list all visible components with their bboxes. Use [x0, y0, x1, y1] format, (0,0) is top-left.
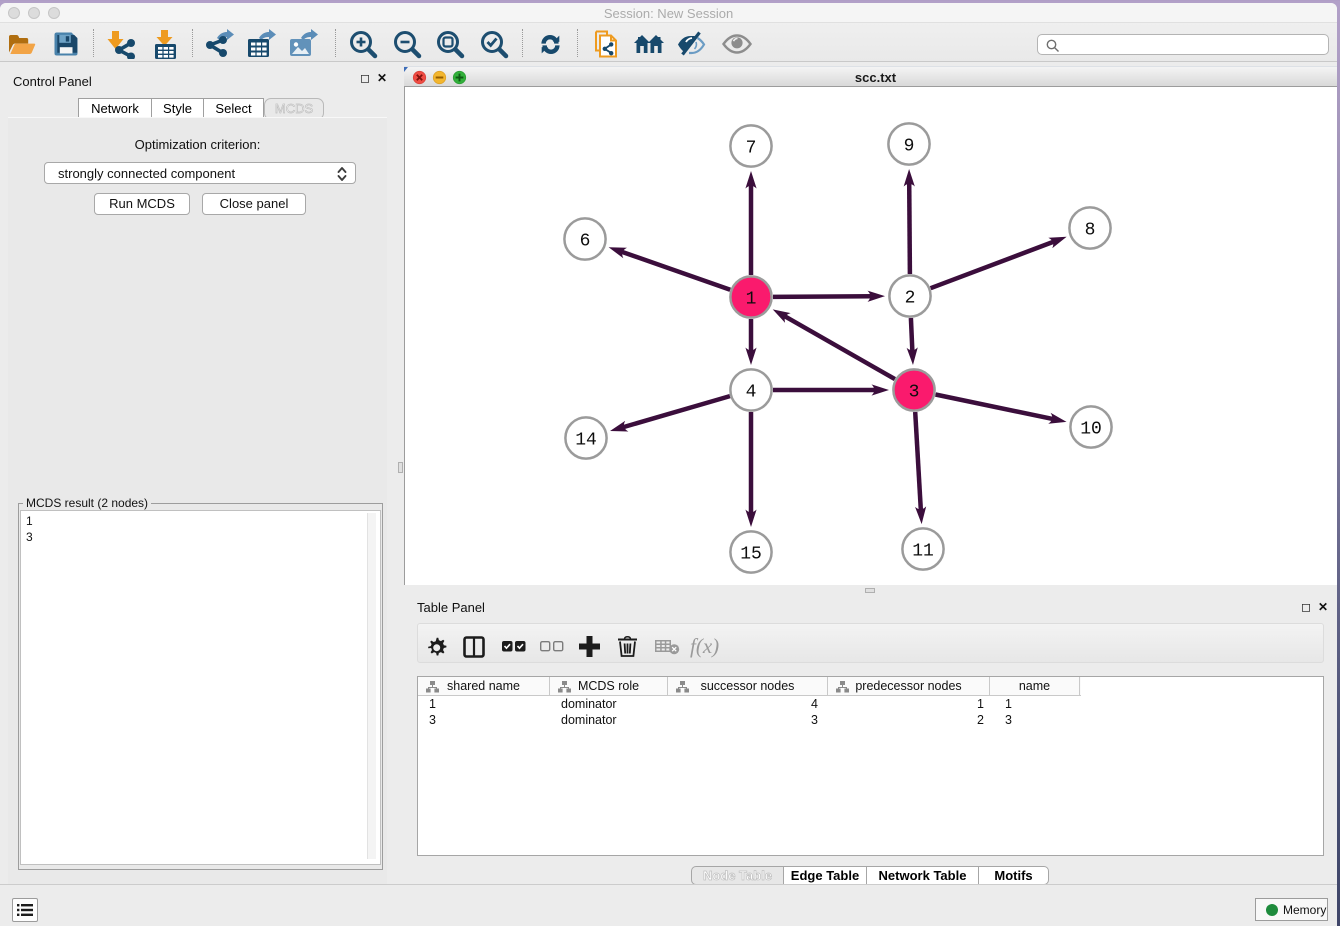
svg-text:4: 4 — [746, 383, 757, 403]
svg-text:6: 6 — [580, 232, 591, 252]
svg-text:8: 8 — [1085, 221, 1096, 241]
svg-text:2: 2 — [905, 289, 916, 309]
svg-text:3: 3 — [909, 383, 920, 403]
svg-text:1: 1 — [746, 290, 757, 310]
svg-text:15: 15 — [740, 545, 762, 565]
svg-text:7: 7 — [746, 139, 757, 159]
svg-text:9: 9 — [904, 137, 915, 157]
svg-text:11: 11 — [912, 542, 934, 562]
svg-text:10: 10 — [1080, 420, 1102, 440]
svg-text:14: 14 — [575, 431, 597, 451]
